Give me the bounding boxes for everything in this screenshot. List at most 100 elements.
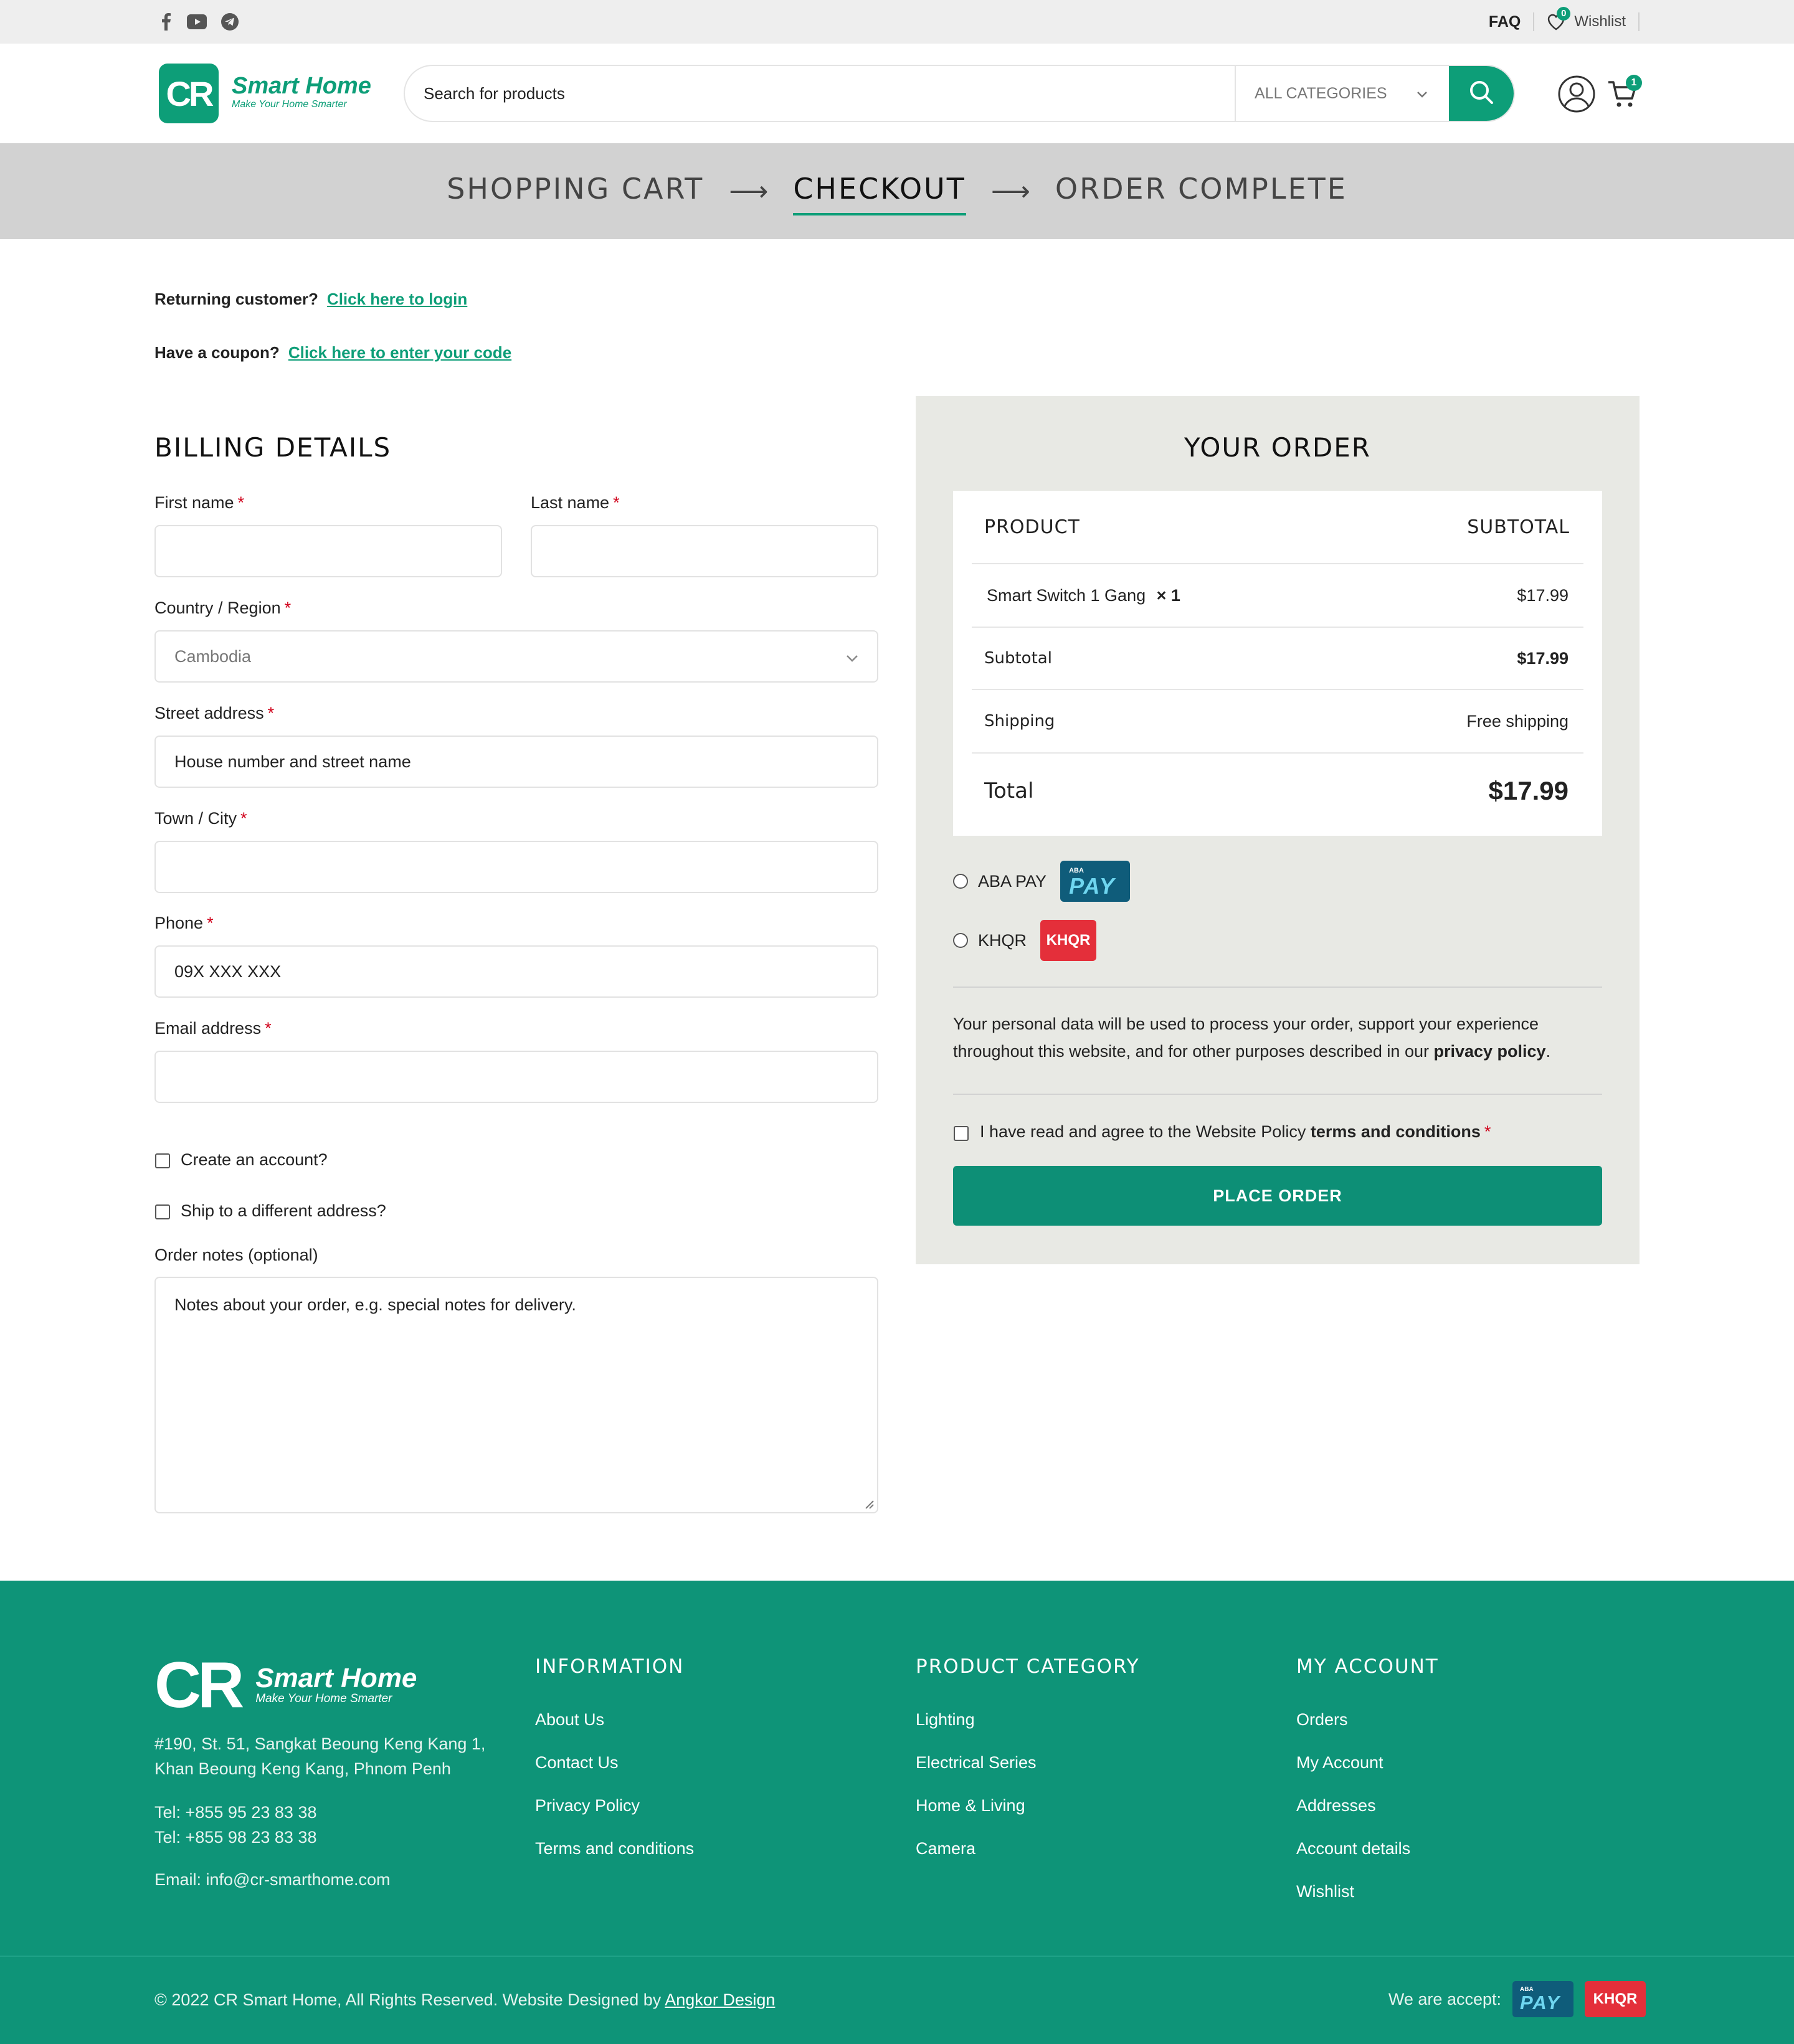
coupon-link[interactable]: Click here to enter your code: [288, 343, 511, 362]
resize-handle-icon[interactable]: [863, 1498, 875, 1510]
total-value: $17.99: [1488, 776, 1569, 805]
khqr-radio[interactable]: [953, 933, 968, 948]
category-select[interactable]: ALL CATEGORIES: [1235, 66, 1449, 121]
youtube-icon[interactable]: [186, 11, 207, 32]
accept-label: We are accept:: [1388, 1989, 1501, 2009]
cart-icon[interactable]: 1: [1607, 75, 1642, 110]
search-input[interactable]: [405, 66, 1235, 121]
logo-tagline: Make Your Home Smarter: [232, 99, 347, 110]
terms-link[interactable]: terms and conditions: [1311, 1122, 1481, 1141]
footer-link[interactable]: Home & Living: [916, 1796, 1025, 1815]
khqr-label: KHQR: [978, 930, 1027, 950]
email-label: Email address *: [154, 1019, 272, 1038]
required-mark: *: [265, 1019, 272, 1038]
top-links: FAQ 0 Wishlist: [1476, 0, 1640, 44]
footer-link[interactable]: About Us: [535, 1710, 604, 1729]
required-mark: *: [284, 599, 292, 617]
first-name-text: First name: [154, 493, 234, 512]
footer-logo-name: Smart Home: [255, 1663, 417, 1693]
footer-link[interactable]: Terms and conditions: [535, 1839, 694, 1858]
facebook-icon[interactable]: [156, 11, 177, 32]
login-link[interactable]: Click here to login: [327, 290, 467, 308]
phone-text: Phone: [154, 914, 204, 932]
designer-link[interactable]: Angkor Design: [665, 1990, 775, 2009]
logo-wordmark[interactable]: Smart Home Make Your Home Smarter: [232, 73, 371, 111]
payment-option-aba[interactable]: ABA PAY ABA PAY: [953, 861, 1131, 902]
place-order-button[interactable]: PLACE ORDER: [953, 1166, 1602, 1226]
footer-link[interactable]: Lighting: [916, 1710, 975, 1729]
country-select[interactable]: Cambodia: [154, 630, 878, 683]
footer-link[interactable]: Addresses: [1296, 1796, 1376, 1815]
country-text: Country / Region: [154, 599, 281, 617]
faq-link[interactable]: FAQ: [1476, 12, 1535, 31]
aba-pay-logo: ABA PAY: [1060, 861, 1131, 902]
search-icon: [1468, 78, 1495, 109]
returning-customer-notice: Returning customer? Click here to login: [154, 290, 467, 309]
logo-name: Smart Home: [232, 73, 371, 99]
last-name-field[interactable]: [531, 525, 878, 577]
order-notes-textarea[interactable]: Notes about your order, e.g. special not…: [154, 1277, 878, 1513]
checkout-steps: SHOPPING CART ⟶ CHECKOUT ⟶ ORDER COMPLET…: [0, 143, 1794, 239]
account-icon[interactable]: [1557, 75, 1596, 113]
order-title: YOUR ORDER: [1184, 432, 1371, 463]
email-field[interactable]: [154, 1051, 878, 1103]
footer-email[interactable]: Email: info@cr-smarthome.com: [154, 1867, 391, 1892]
last-name-text: Last name: [531, 493, 610, 512]
step-shopping-cart[interactable]: SHOPPING CART: [447, 172, 704, 211]
required-mark: *: [1484, 1122, 1491, 1141]
first-name-field[interactable]: [154, 525, 502, 577]
phone-field[interactable]: 09X XXX XXX: [154, 945, 878, 998]
footer-link[interactable]: Account details: [1296, 1839, 1410, 1858]
phone-label: Phone *: [154, 914, 214, 933]
site-footer: CR Smart Home Make Your Home Smarter #19…: [0, 1581, 1794, 2044]
privacy-policy-link[interactable]: privacy policy: [1433, 1042, 1545, 1061]
city-label: Town / City *: [154, 809, 247, 828]
ship-different-label[interactable]: Ship to a different address?: [181, 1201, 386, 1221]
logo-mark[interactable]: CR: [159, 64, 219, 123]
coupon-text: Have a coupon?: [154, 343, 280, 362]
terms-label[interactable]: I have read and agree to the Website Pol…: [980, 1122, 1491, 1142]
item-price: $17.99: [1517, 585, 1569, 605]
order-table-header: PRODUCT SUBTOTAL: [972, 491, 1583, 564]
divider: [953, 987, 1602, 988]
footer-link[interactable]: My Account: [1296, 1753, 1383, 1772]
footer-link[interactable]: Camera: [916, 1839, 975, 1858]
required-mark: *: [240, 809, 247, 828]
terms-checkbox[interactable]: [954, 1126, 969, 1141]
category-value: ALL CATEGORIES: [1255, 84, 1387, 102]
total-row: Total $17.99: [972, 754, 1583, 828]
aba-pay-logo: ABA PAY: [1512, 1981, 1573, 2017]
phone-placeholder: 09X XXX XXX: [174, 962, 282, 981]
footer-logo[interactable]: CR Smart Home Make Your Home Smarter: [154, 1653, 417, 1718]
step-order-complete: ORDER COMPLETE: [1055, 172, 1347, 206]
footer-link[interactable]: Orders: [1296, 1710, 1348, 1729]
khqr-logo: KHQR: [1040, 920, 1097, 961]
footer-logo-tagline: Make Your Home Smarter: [255, 1692, 392, 1705]
payment-option-khqr[interactable]: KHQR KHQR: [953, 920, 1097, 961]
ship-different-checkbox[interactable]: [155, 1204, 170, 1219]
create-account-checkbox[interactable]: [155, 1153, 170, 1168]
city-field[interactable]: [154, 841, 878, 893]
step-checkout[interactable]: CHECKOUT: [793, 172, 966, 215]
copyright-text: © 2022 CR Smart Home, All Rights Reserve…: [154, 1990, 662, 2009]
khqr-logo: KHQR: [1585, 1981, 1646, 2017]
footer-link[interactable]: Wishlist: [1296, 1882, 1354, 1901]
footer-link[interactable]: Electrical Series: [916, 1753, 1037, 1772]
aba-label: ABA PAY: [978, 871, 1047, 891]
required-mark: *: [613, 493, 620, 512]
footer-link[interactable]: Contact Us: [535, 1753, 619, 1772]
street-field[interactable]: House number and street name: [154, 736, 878, 788]
wishlist-link[interactable]: 0 Wishlist: [1534, 7, 1640, 31]
create-account-label[interactable]: Create an account?: [181, 1150, 328, 1170]
wishlist-count-badge: 0: [1557, 7, 1571, 21]
street-label: Street address *: [154, 704, 274, 723]
footer-link[interactable]: Privacy Policy: [535, 1796, 640, 1815]
aba-radio[interactable]: [953, 874, 968, 889]
footer-col-title: INFORMATION: [535, 1655, 685, 1678]
telegram-icon[interactable]: [219, 11, 240, 32]
cart-count-badge: 1: [1626, 75, 1642, 91]
required-mark: *: [267, 704, 275, 722]
footer-address: #190, St. 51, Sangkat Beoung Keng Kang 1…: [154, 1731, 485, 1781]
search-button[interactable]: [1449, 66, 1514, 121]
address-line: Khan Beoung Keng Kang, Phnom Penh: [154, 1759, 451, 1778]
